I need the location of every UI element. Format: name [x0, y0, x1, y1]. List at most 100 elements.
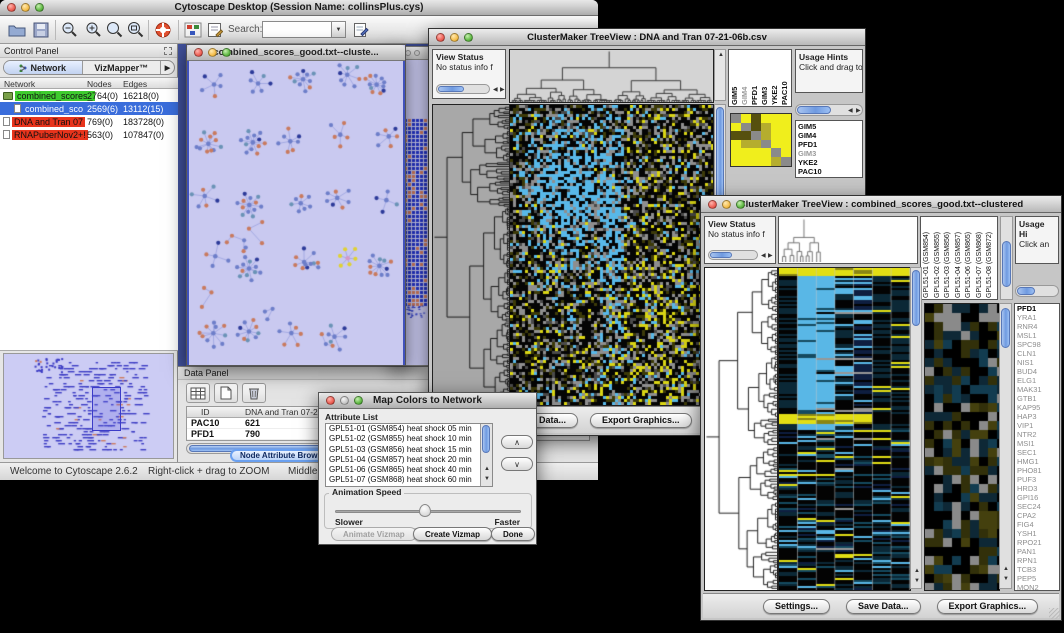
close-icon[interactable]: [194, 48, 203, 57]
scroll-thumb[interactable]: [710, 252, 732, 258]
zoom-in-button[interactable]: [83, 19, 105, 41]
delete-attribute-button[interactable]: [242, 383, 266, 403]
search-dropdown-button[interactable]: ▼: [332, 21, 346, 38]
tv2-heatmap[interactable]: [778, 267, 911, 591]
move-up-button[interactable]: ∧: [501, 435, 533, 449]
birdseye-viewport-rect[interactable]: [92, 387, 121, 431]
speed-slider-thumb[interactable]: [419, 504, 431, 517]
net1-titlebar[interactable]: combined_scores_good.txt--cluste...: [187, 45, 405, 61]
zoom-icon[interactable]: [354, 396, 363, 405]
gene-label[interactable]: RNR4: [1017, 322, 1059, 331]
gene-label[interactable]: YRA1: [1017, 313, 1059, 322]
col-label[interactable]: GIM3: [760, 51, 770, 105]
minimize-icon[interactable]: [722, 200, 731, 209]
col-network[interactable]: Network: [4, 79, 35, 89]
attribute-item[interactable]: GPL51-03 (GSM856) heat shock 15 min: [326, 445, 492, 455]
network-row[interactable]: DNA and Tran 07769(0)183728(0): [0, 115, 178, 128]
gene-label[interactable]: MAK31: [1017, 385, 1059, 394]
scroll-right-icon[interactable]: ▶: [856, 108, 861, 114]
minimize-icon[interactable]: [208, 48, 217, 57]
move-down-button[interactable]: ∨: [501, 457, 533, 471]
close-icon[interactable]: [7, 3, 16, 12]
network-row[interactable]: combined_sco2569(6)13112(15): [0, 102, 178, 115]
done-button[interactable]: Done: [491, 527, 535, 541]
tv1-col-dendrogram[interactable]: [509, 49, 714, 103]
scroll-thumb[interactable]: [1002, 241, 1011, 287]
help-button[interactable]: [152, 19, 174, 41]
attribute-item[interactable]: GPL51-06 (GSM865) heat shock 40 min: [326, 465, 492, 475]
col-nodes[interactable]: Nodes: [87, 79, 112, 89]
gene-label[interactable]: PHO81: [1017, 466, 1059, 475]
network-canvas[interactable]: [189, 61, 403, 365]
row-label[interactable]: PFD1: [798, 140, 860, 149]
attribute-item[interactable]: GPL51-01 (GSM854) heat shock 05 min: [326, 424, 492, 434]
scroll-thumb[interactable]: [482, 425, 490, 453]
scroll-down-icon[interactable]: ▼: [914, 578, 920, 584]
gene-label[interactable]: RPN1: [1017, 556, 1059, 565]
tv2-overview-heatmap[interactable]: [924, 303, 1000, 591]
attribute-list[interactable]: GPL51-01 (GSM854) heat shock 05 minGPL51…: [325, 423, 493, 487]
close-icon[interactable]: [708, 200, 717, 209]
export-graphics-button[interactable]: Export Graphics...: [590, 413, 692, 428]
search-input[interactable]: [262, 21, 332, 38]
attribute-item[interactable]: GPL51-02 (GSM855) heat shock 10 min: [326, 434, 492, 444]
gene-label[interactable]: CLN1: [1017, 349, 1059, 358]
gene-label[interactable]: NIS1: [1017, 358, 1059, 367]
gene-label[interactable]: PUF3: [1017, 475, 1059, 484]
scroll-down-icon[interactable]: ▼: [1003, 576, 1009, 582]
gene-label[interactable]: RPO21: [1017, 538, 1059, 547]
gene-label[interactable]: NTR2: [1017, 430, 1059, 439]
scroll-left-icon[interactable]: ◀: [493, 87, 498, 93]
tv2-genes-vscrollbar[interactable]: ▲ ▼: [999, 303, 1012, 589]
save-session-button[interactable]: [30, 19, 52, 41]
zoom-icon[interactable]: [35, 3, 44, 12]
gene-label[interactable]: HMG1: [1017, 457, 1059, 466]
tv2-top-vscrollbar[interactable]: [1000, 216, 1013, 300]
scroll-thumb[interactable]: [797, 106, 831, 114]
tab-vizmapper[interactable]: VizMapper™: [83, 61, 161, 74]
row-label[interactable]: GIM4: [798, 131, 860, 140]
col-label[interactable]: PFD1: [750, 51, 760, 105]
tv2-names-hscrollbar[interactable]: [1015, 285, 1059, 297]
tv2-col-dendrogram[interactable]: [780, 218, 822, 262]
col-label[interactable]: YKE2: [770, 51, 780, 105]
gene-label[interactable]: HRD3: [1017, 484, 1059, 493]
dialog-titlebar[interactable]: Map Colors to Network: [319, 393, 536, 409]
scroll-left-icon[interactable]: ◀: [848, 108, 853, 114]
zoom-icon[interactable]: [222, 48, 231, 57]
node-attribute-browser-tab[interactable]: Node Attribute Brows: [230, 449, 332, 462]
attribute-item[interactable]: GPL51-04 (GSM857) heat shock 20 min: [326, 455, 492, 465]
col-label[interactable]: GIM5: [730, 51, 740, 105]
row-label[interactable]: PAC10: [798, 167, 860, 176]
minimize-icon[interactable]: [21, 3, 30, 12]
birdseye-canvas[interactable]: [4, 354, 173, 458]
scroll-left-icon[interactable]: ◀: [761, 253, 766, 259]
tv2-titlebar[interactable]: ClusterMaker TreeView : combined_scores_…: [701, 196, 1061, 213]
col-label[interactable]: GPL51-03 (GSM856): [943, 218, 954, 298]
tv1-summary-heatmap[interactable]: [730, 113, 792, 167]
annotation-button[interactable]: [204, 19, 226, 41]
tv2-vscrollbar[interactable]: ▲ ▼: [910, 267, 922, 589]
tv2-row-dendrogram[interactable]: [704, 267, 778, 591]
tab-overflow-button[interactable]: ▶: [160, 61, 174, 74]
vizmapper-button[interactable]: [182, 19, 204, 41]
zoom-icon[interactable]: [736, 200, 745, 209]
gene-label[interactable]: SEC1: [1017, 448, 1059, 457]
export-graphics-button[interactable]: Export Graphics...: [937, 599, 1039, 614]
gene-label[interactable]: PFD1: [1017, 304, 1059, 313]
gene-label[interactable]: MON2: [1017, 583, 1059, 591]
scroll-thumb[interactable]: [1017, 287, 1035, 295]
attribute-editor-button[interactable]: [350, 19, 372, 41]
tv1-zoom-hscrollbar[interactable]: [436, 84, 490, 94]
scroll-thumb[interactable]: [438, 86, 464, 92]
attribute-list-vscrollbar[interactable]: ▲ ▼: [480, 424, 492, 486]
gene-label[interactable]: SPC98: [1017, 340, 1059, 349]
col-label[interactable]: GPL51-06 (GSM865): [964, 218, 975, 298]
scroll-up-icon[interactable]: ▲: [484, 466, 490, 472]
tv1-heatmap[interactable]: [509, 104, 714, 406]
float-icon[interactable]: [164, 47, 172, 55]
row-label[interactable]: GIM5: [798, 122, 860, 131]
gene-label[interactable]: MSL1: [1017, 331, 1059, 340]
zoom-fit-button[interactable]: [125, 19, 147, 41]
gene-label[interactable]: BUD4: [1017, 367, 1059, 376]
